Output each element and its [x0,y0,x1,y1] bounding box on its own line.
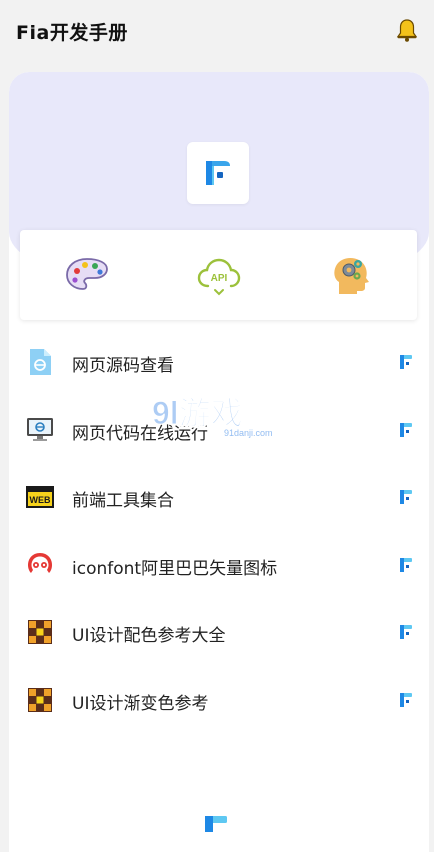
iconfont-logo-icon [28,552,52,573]
api-cloud-icon[interactable]: API [196,252,242,298]
color-grid-icon [28,687,52,712]
html-file-icon [30,349,51,375]
footer-logo-icon [205,816,227,832]
fia-mini-logo-icon [400,355,412,369]
app-logo [187,142,249,204]
fia-mini-logo-icon [400,490,412,504]
list-item-label: 网页源码查看 [72,356,174,376]
list-item-label: UI设计渐变色参考 [72,693,209,714]
svg-text:WEB: WEB [30,495,51,505]
tool-list: 网页源码查看 网页代码在线运行 WEB 前端工具集合 iconfont阿里巴巴矢… [9,328,429,733]
app-title: Fia开发手册 [16,22,128,44]
color-grid-icon [28,620,52,644]
top-bar: Fia开发手册 [0,0,434,62]
fia-mini-logo-icon [400,422,412,437]
list-item-frontend-tools[interactable]: WEB 前端工具集合 [9,463,429,531]
fia-mini-logo-icon [400,625,412,639]
list-item-iconfont[interactable]: iconfont阿里巴巴矢量图标 [9,531,429,599]
monitor-code-icon [27,417,53,441]
bell-icon[interactable] [396,18,418,42]
fia-logo-icon [206,161,230,185]
list-item-label: 前端工具集合 [72,491,174,511]
main-card: API 网页源码查看 网页代码在线运行 WEB 前端工具集合 iconfont阿… [9,72,429,852]
list-item-ui-colors[interactable]: UI设计配色参考大全 [9,598,429,666]
palette-icon[interactable] [64,252,110,298]
quick-action-row: API [20,230,417,320]
list-item-source-viewer[interactable]: 网页源码查看 [9,328,429,396]
list-item-code-runner[interactable]: 网页代码在线运行 [9,396,429,464]
web-badge-icon: WEB [26,486,54,508]
gear-head-icon[interactable] [329,252,375,298]
fia-mini-logo-icon [400,557,412,572]
svg-text:API: API [211,273,228,284]
list-item-label: 网页代码在线运行 [72,423,208,444]
list-item-label: UI设计配色参考大全 [72,626,226,646]
list-item-label: iconfont阿里巴巴矢量图标 [72,558,278,579]
list-item-ui-gradients[interactable]: UI设计渐变色参考 [9,666,429,734]
fia-mini-logo-icon [400,692,412,707]
